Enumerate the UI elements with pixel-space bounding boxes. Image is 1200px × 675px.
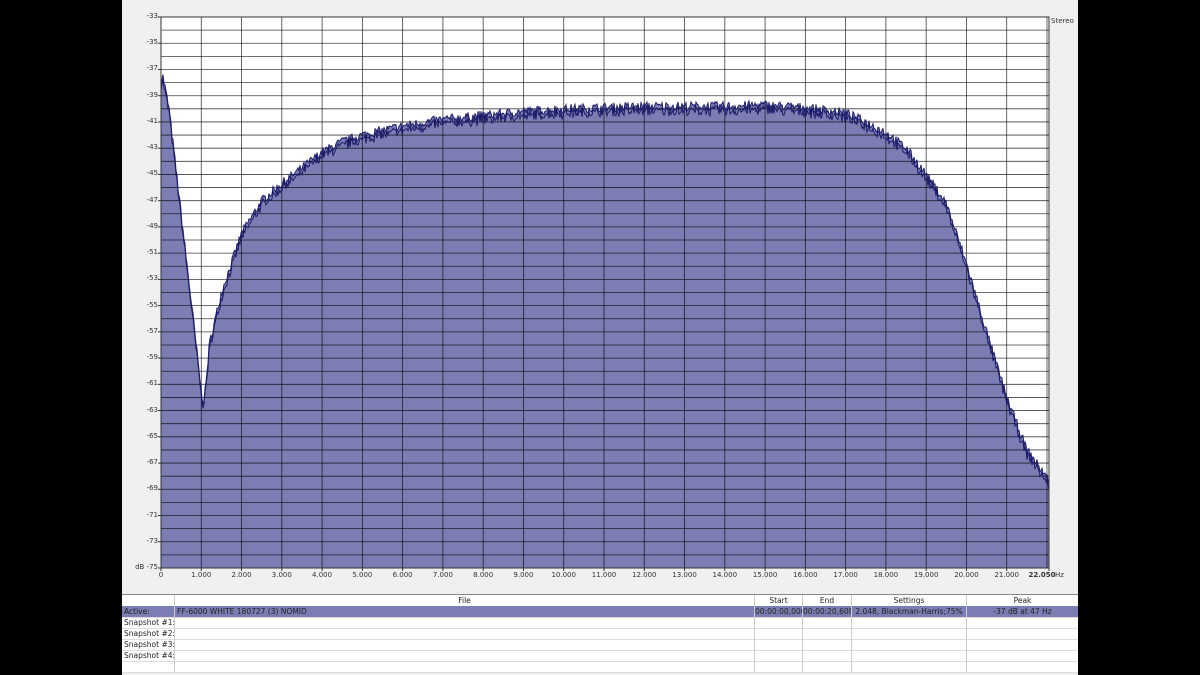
y-axis-unit: dB [135,563,147,571]
y-tick-value: -37 [146,64,158,73]
header-start[interactable]: Start [755,595,803,606]
cell-start [755,628,803,639]
cell-peak [967,617,1078,628]
y-tick-label: -51 [124,248,158,256]
cell-settings [852,650,967,661]
cell-settings: 2.048, Blackman-Harris;75% [852,606,967,617]
y-tick-label: -65 [124,432,158,440]
empty-cell [175,661,755,672]
cell-file [175,628,755,639]
y-tick-value: -61 [146,379,158,388]
y-tick-label: -45 [124,169,158,177]
empty-cell [122,661,175,672]
x-axis-unit: Hz [1055,571,1064,579]
y-tick-label: -69 [124,484,158,492]
y-tick-value: -43 [146,143,158,152]
y-tick-label: -61 [124,379,158,387]
y-tick-label: -63 [124,406,158,414]
y-tick-label: -59 [124,353,158,361]
y-tick-label: -33 [124,12,158,20]
y-tick-value: -63 [146,405,158,414]
y-tick-label: -39 [124,91,158,99]
y-tick-label: -53 [124,274,158,282]
cell-file: FF-6000 WHITE 180727 (3) NOMID [175,606,755,617]
y-tick-value: -51 [146,248,158,257]
cell-start [755,617,803,628]
y-tick-label: -37 [124,64,158,72]
y-tick-value: -69 [146,484,158,493]
cell-settings [852,639,967,650]
header-label [122,595,175,606]
cell-start: 00:00:00,000 [755,606,803,617]
empty-cell [852,661,967,672]
cell-label: Snapshot #3: [124,639,175,650]
y-tick-value: -57 [146,326,158,335]
cell-end [803,650,852,661]
y-tick-label: -41 [124,117,158,125]
cell-settings [852,628,967,639]
cell-label: Active: [122,606,175,617]
empty-cell [967,661,1078,672]
cell-start [755,639,803,650]
empty-cell [755,661,803,672]
spectrum-plot [158,16,1050,571]
cell-settings [852,617,967,628]
empty-cell [803,661,852,672]
cell-end [803,628,852,639]
cell-label: Snapshot #4: [124,650,175,661]
cell-file [175,617,755,628]
cell-peak [967,639,1078,650]
y-tick-value: -39 [146,90,158,99]
snapshot-table: File Start End Settings Peak Active: FF-6… [122,594,1078,673]
y-tick-label: -73 [124,537,158,545]
y-tick-value: -45 [146,169,158,178]
cell-file [175,639,755,650]
y-tick-label: dB -75 [124,563,158,571]
y-tick-value: -75 [146,563,158,571]
y-tick-label: -67 [124,458,158,466]
header-file[interactable]: File [175,595,755,606]
y-tick-value: -55 [146,300,158,309]
y-tick-label: -57 [124,327,158,335]
cell-peak: -37 dB at 47 Hz [993,607,1052,616]
y-tick-value: -67 [146,458,158,467]
y-tick-value: -59 [146,353,158,362]
y-tick-value: -35 [146,38,158,47]
channel-label: Stereo [1051,17,1074,25]
y-tick-label: -71 [124,511,158,519]
cell-label: Snapshot #2: [124,628,175,639]
header-end[interactable]: End [803,595,852,606]
y-tick-value: -33 [146,12,158,20]
header-peak[interactable]: Peak [967,595,1078,606]
y-tick-value: -49 [146,221,158,230]
frequency-analysis-panel: -33 -35 -37 -39 -41 -43 -45 -47 -49 -51 -53 -55 -57 -… [122,0,1078,675]
empty-row [122,661,1078,673]
cell-end [803,639,852,650]
cell-end [803,617,852,628]
cell-start [755,650,803,661]
y-tick-label: -49 [124,222,158,230]
y-tick-value: -71 [146,510,158,519]
y-tick-value: -73 [146,536,158,545]
cell-peak [967,628,1078,639]
y-tick-value: -53 [146,274,158,283]
y-tick-label: -35 [124,38,158,46]
cell-file [175,650,755,661]
y-tick-label: -47 [124,196,158,204]
cell-end: 00:00:20,608 [803,606,852,617]
header-settings[interactable]: Settings [852,595,967,606]
y-tick-value: -47 [146,195,158,204]
cell-peak [967,650,1078,661]
y-tick-label: -43 [124,143,158,151]
y-tick-value: -65 [146,431,158,440]
y-tick-value: -41 [146,116,158,125]
cell-label: Snapshot #1: [124,617,175,628]
y-tick-label: -55 [124,301,158,309]
